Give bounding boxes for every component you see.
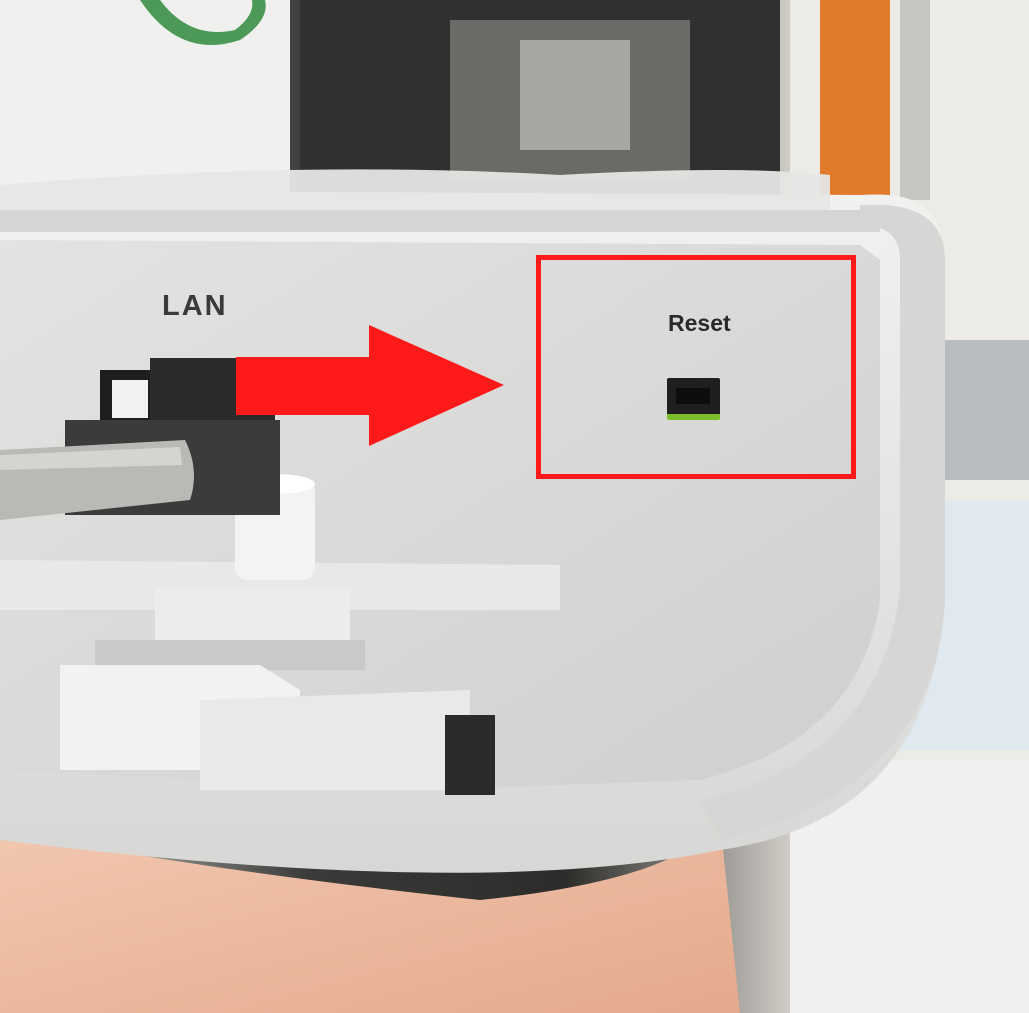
reset-highlight-box bbox=[536, 255, 856, 479]
photo-scene: LAN Reset bbox=[0, 0, 1029, 1013]
arrow-right-icon bbox=[236, 325, 504, 446]
photo-background bbox=[0, 0, 1029, 1013]
lan-port-label: LAN bbox=[162, 290, 228, 322]
